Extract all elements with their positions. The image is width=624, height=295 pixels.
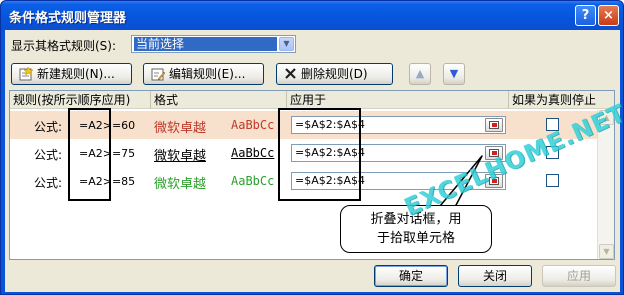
format-preview-sample: AaBbCc (231, 146, 275, 160)
rules-list-header: 规则(按所示顺序应用) 格式 应用于 如果为真则停止 (10, 91, 614, 109)
title-bar[interactable]: 条件格式规则管理器 ? × (1, 1, 623, 30)
move-down-button[interactable]: ▼ (443, 63, 465, 85)
close-button[interactable]: 关闭 (458, 265, 532, 287)
column-header-format[interactable]: 格式 (151, 91, 287, 109)
format-preview-text: 微软卓越 (154, 149, 207, 164)
dropdown-arrow-icon[interactable]: ▼ (279, 37, 294, 51)
format-preview-sample: AaBbCc (231, 118, 275, 132)
new-rule-icon (19, 66, 33, 80)
edit-rule-label: 编辑规则(E)... (169, 67, 246, 81)
help-button[interactable]: ? (575, 5, 596, 26)
delete-icon (285, 68, 296, 79)
rule-type-label: 公式: (34, 120, 63, 134)
format-preview-text: 微软卓越 (154, 177, 207, 192)
stop-if-true-checkbox[interactable] (546, 174, 559, 187)
new-rule-label: 新建规则(N)... (37, 67, 115, 81)
delete-rule-button[interactable]: 删除规则(D) (276, 63, 393, 85)
edit-rule-icon (151, 68, 165, 80)
ok-button[interactable]: 确定 (374, 265, 448, 287)
scope-dropdown[interactable]: 当前选择 ▼ (131, 35, 296, 53)
arrow-up-icon: ▲ (415, 67, 425, 80)
new-rule-button[interactable]: 新建规则(N)... (11, 63, 132, 85)
rule-type-label: 公式: (34, 148, 63, 162)
scope-label: 显示其格式规则(S): (11, 39, 117, 53)
window-title: 条件格式规则管理器 (9, 11, 127, 26)
arrow-down-icon: ▼ (449, 67, 459, 80)
scroll-down-icon[interactable]: ▼ (599, 244, 614, 259)
column-header-applies-to[interactable]: 应用于 (287, 91, 509, 109)
scope-selected-value: 当前选择 (134, 37, 277, 51)
format-preview-text: 微软卓越 (154, 121, 207, 136)
edit-rule-button[interactable]: 编辑规则(E)... (143, 63, 264, 85)
collapse-dialog-button[interactable] (485, 118, 503, 132)
apply-button[interactable]: 应用 (542, 265, 616, 287)
column-header-rule[interactable]: 规则(按所示顺序应用) (10, 91, 151, 109)
move-up-button[interactable]: ▲ (409, 63, 431, 85)
close-window-button[interactable]: × (598, 5, 619, 26)
formula-highlight-box (68, 108, 111, 201)
applies-to-highlight-box (278, 108, 361, 201)
format-preview-sample: AaBbCc (231, 174, 275, 188)
delete-rule-label: 删除规则(D) (301, 67, 368, 81)
rule-type-label: 公式: (34, 176, 63, 190)
collapse-dialog-icon (489, 121, 499, 129)
